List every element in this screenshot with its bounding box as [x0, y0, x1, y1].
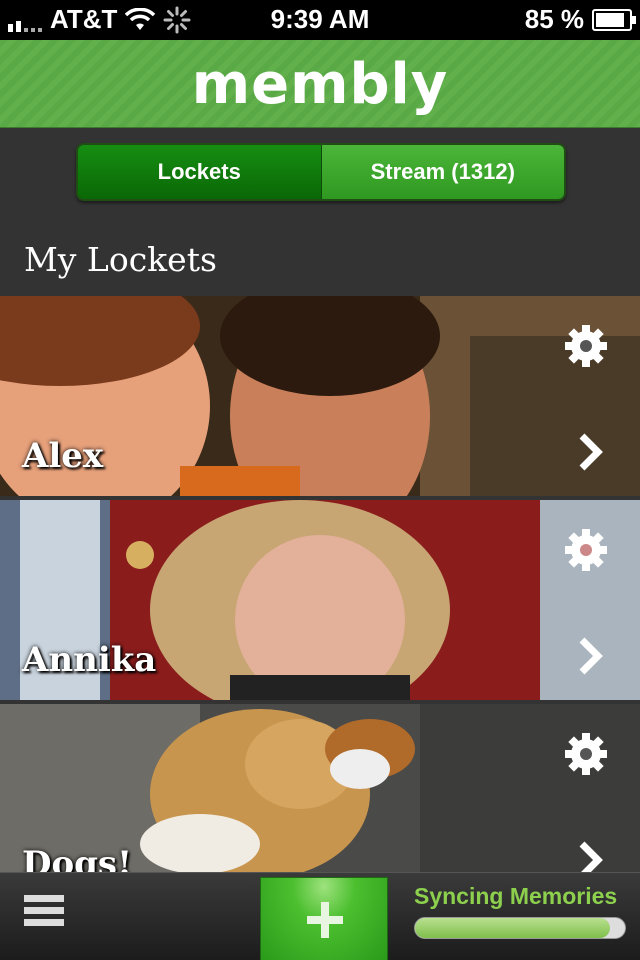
chevron-right-icon[interactable]	[576, 432, 604, 472]
chevron-right-icon[interactable]	[576, 636, 604, 676]
battery-percent: 85 %	[524, 4, 584, 34]
locket-name: Alex	[22, 436, 104, 476]
status-right: 85 %	[524, 4, 636, 35]
locket-row-alex[interactable]: Alex	[0, 296, 640, 496]
app-logo: membly	[191, 52, 449, 117]
tab-stream[interactable]: Stream (1312)	[321, 145, 564, 199]
chevron-right-icon[interactable]	[576, 840, 604, 872]
locket-row-dogs[interactable]: Dogs!	[0, 704, 640, 872]
locket-name: Dogs!	[22, 844, 133, 872]
gear-icon[interactable]	[562, 526, 610, 574]
sync-progress-fill	[415, 918, 611, 938]
tab-lockets[interactable]: Lockets	[78, 145, 322, 199]
locket-name: Annika	[22, 640, 157, 680]
bottom-toolbar: Syncing Memories	[0, 872, 640, 960]
menu-icon[interactable]	[24, 895, 64, 937]
gear-icon[interactable]	[562, 322, 610, 370]
section-title: My Lockets	[24, 240, 217, 279]
add-button[interactable]	[260, 877, 388, 960]
sync-progress-bar	[414, 917, 626, 939]
sync-status-label: Syncing Memories	[414, 883, 618, 909]
battery-icon	[592, 8, 636, 31]
view-switcher: Lockets Stream (1312)	[76, 143, 566, 201]
app-header: membly	[0, 40, 640, 128]
status-bar: AT&T 9:39 AM 85 %	[0, 0, 640, 40]
locket-row-annika[interactable]: Annika	[0, 500, 640, 700]
gear-icon[interactable]	[562, 730, 610, 778]
